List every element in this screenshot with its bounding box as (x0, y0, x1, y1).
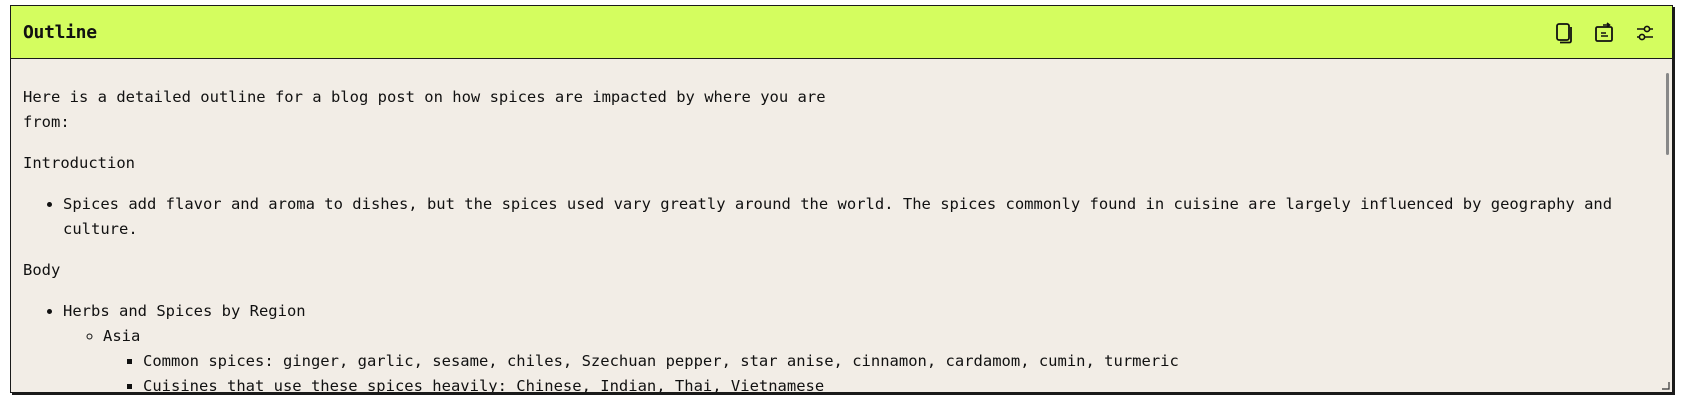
introduction-list: Spices add flavor and aroma to dishes, b… (23, 192, 1646, 242)
header-actions (1552, 20, 1658, 46)
outline-panel: Outline Here is a detailed outline for a… (10, 5, 1673, 393)
export-button[interactable] (1592, 20, 1618, 46)
introduction-heading: Introduction (23, 154, 135, 172)
export-icon (1595, 22, 1613, 42)
list-item: Common spices: ginger, garlic, sesame, c… (143, 349, 1646, 374)
list-item: Herbs and Spices by Region Asia Common s… (63, 299, 1646, 392)
body-list: Herbs and Spices by Region Asia Common s… (23, 299, 1646, 392)
region-label: Asia (103, 327, 141, 345)
intro-paragraph: Here is a detailed outline for a blog po… (23, 88, 826, 131)
panel-header: Outline (11, 6, 1672, 59)
resize-handle-icon[interactable] (1660, 380, 1670, 390)
list-item: Spices add flavor and aroma to dishes, b… (63, 192, 1646, 242)
panel-title: Outline (23, 21, 97, 43)
body-heading: Body (23, 261, 61, 279)
copy-button[interactable] (1552, 20, 1578, 46)
region-list: Asia Common spices: ginger, garlic, sesa… (63, 324, 1646, 392)
vertical-scrollbar[interactable] (1658, 59, 1672, 392)
copy-icon (1556, 23, 1572, 44)
outline-content: Here is a detailed outline for a blog po… (11, 59, 1658, 392)
list-item-label: Herbs and Spices by Region (63, 302, 306, 320)
region-details-list: Common spices: ginger, garlic, sesame, c… (103, 349, 1646, 392)
list-item: Cuisines that use these spices heavily: … (143, 374, 1646, 392)
scrollbar-thumb[interactable] (1666, 73, 1669, 155)
settings-sliders-icon (1637, 25, 1653, 41)
settings-button[interactable] (1632, 20, 1658, 46)
list-item: Asia Common spices: ginger, garlic, sesa… (103, 324, 1646, 392)
